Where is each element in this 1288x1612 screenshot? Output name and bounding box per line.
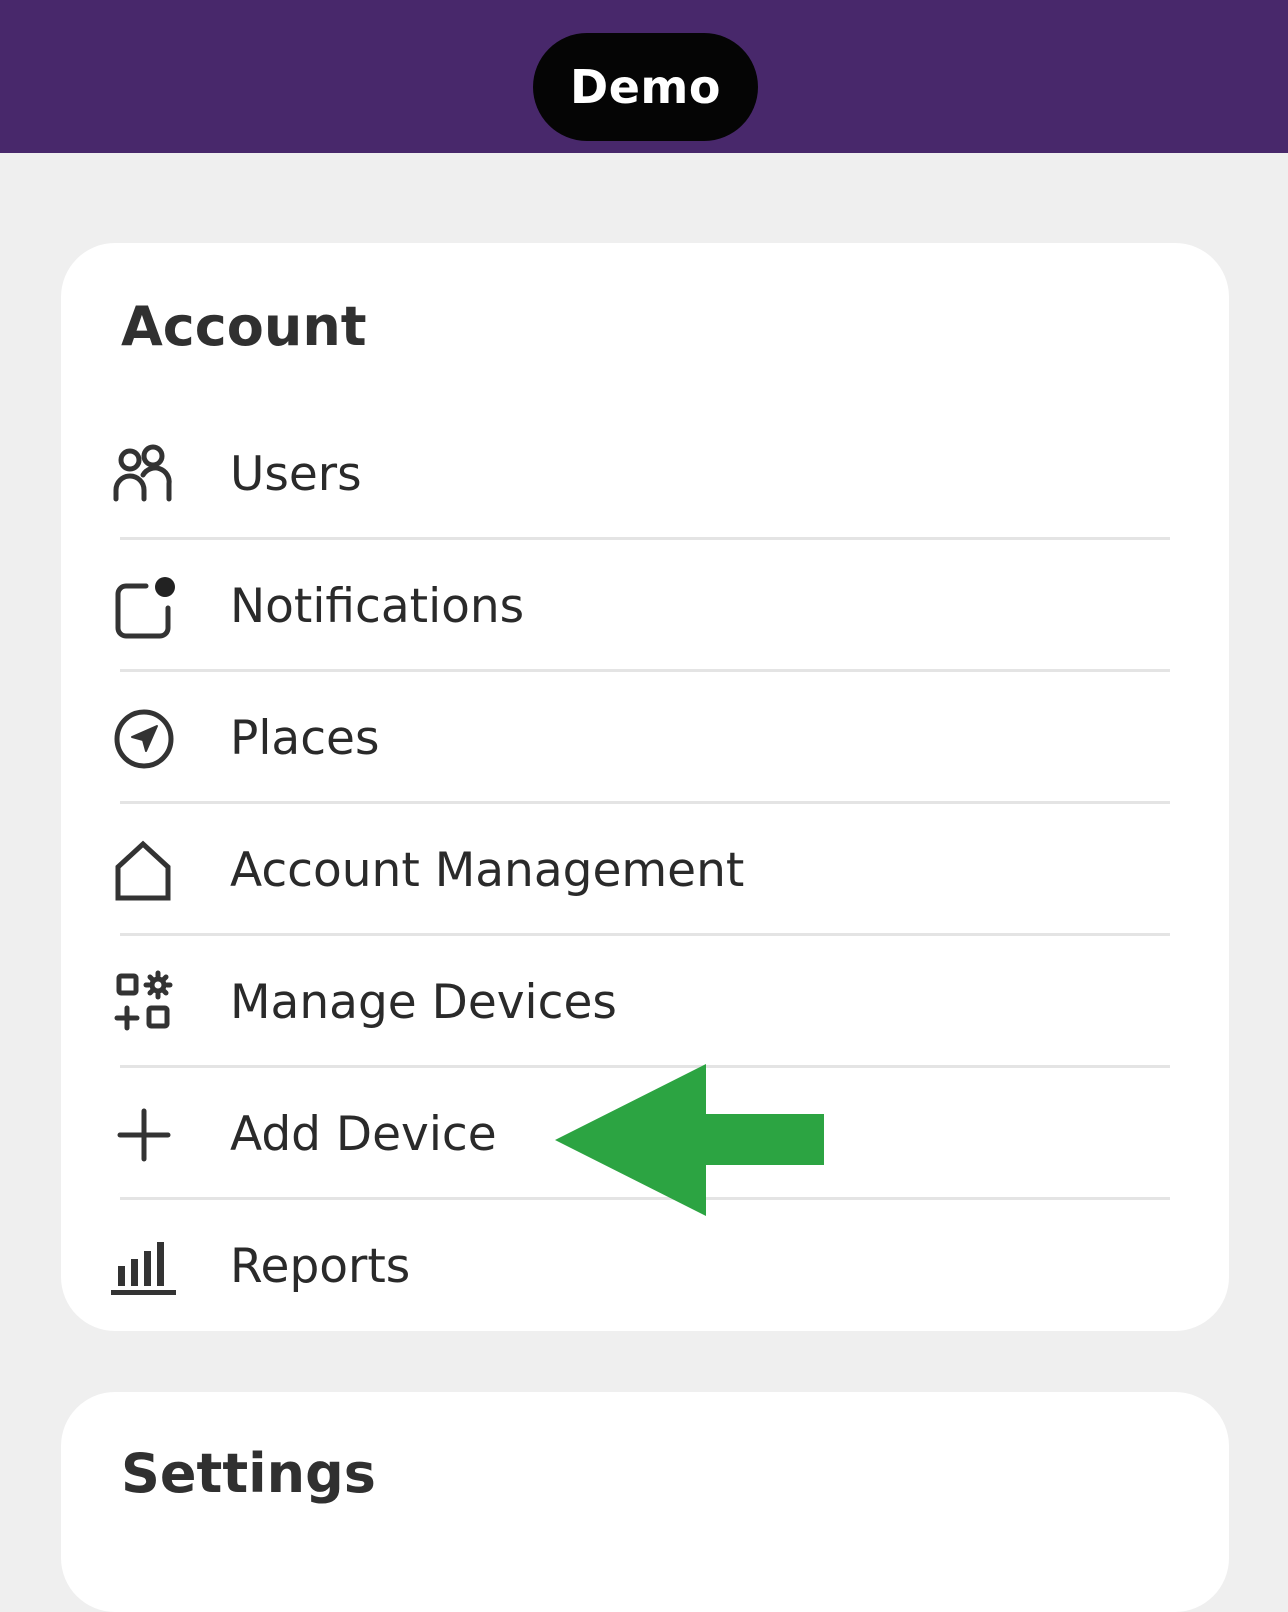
settings-card: Settings [61,1392,1229,1612]
menu-item-label: Account Management [230,843,745,898]
divider [120,801,1170,804]
divider [120,933,1170,936]
settings-section-title: Settings [121,1442,376,1505]
divider [120,669,1170,672]
menu-item-label: Manage Devices [230,975,617,1030]
green-pointer-arrow-icon [555,1064,825,1216]
menu-item-label: Places [230,711,380,766]
menu-item-reports[interactable]: Reports [61,1201,1229,1332]
divider [120,537,1170,540]
navigation-compass-icon [110,706,176,772]
users-icon [110,442,176,508]
menu-item-places[interactable]: Places [61,673,1229,804]
home-icon [110,838,176,904]
top-header-bar: Demo [0,0,1288,153]
device-grid-gear-icon [110,970,176,1036]
menu-item-label: Add Device [230,1107,497,1162]
account-section-title: Account [121,295,367,358]
menu-item-manage-devices[interactable]: Manage Devices [61,937,1229,1068]
demo-account-pill[interactable]: Demo [533,33,758,141]
menu-item-label: Notifications [230,579,525,634]
plus-icon [110,1102,176,1168]
menu-item-notifications[interactable]: Notifications [61,541,1229,672]
notification-badge-icon [110,574,176,640]
menu-item-label: Reports [230,1239,411,1294]
menu-item-users[interactable]: Users [61,409,1229,540]
menu-item-label: Users [230,447,362,502]
bar-chart-icon [110,1234,176,1300]
menu-item-account-management[interactable]: Account Management [61,805,1229,936]
